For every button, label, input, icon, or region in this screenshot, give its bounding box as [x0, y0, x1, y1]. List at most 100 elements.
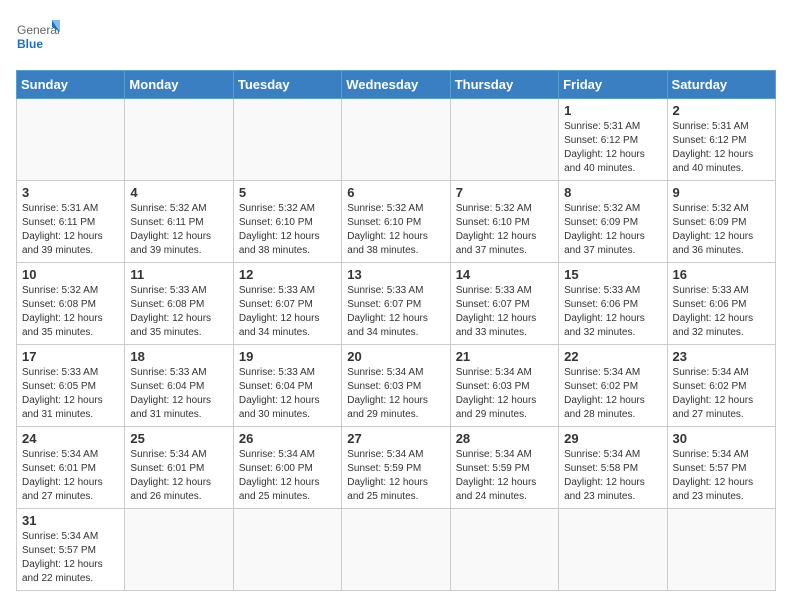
calendar-day-cell	[125, 99, 233, 181]
day-number: 22	[564, 349, 661, 364]
calendar-day-cell: 25 Sunrise: 5:34 AM Sunset: 6:01 PM Dayli…	[125, 427, 233, 509]
day-number: 11	[130, 267, 227, 282]
header-friday: Friday	[559, 71, 667, 99]
day-info: Sunrise: 5:34 AM Sunset: 6:01 PM Dayligh…	[130, 448, 227, 504]
day-number: 3	[22, 185, 119, 200]
day-number: 15	[564, 267, 661, 282]
calendar-week-row: 1 Sunrise: 5:31 AM Sunset: 6:12 PM Daylig…	[17, 99, 776, 181]
calendar-day-cell	[233, 509, 341, 591]
day-number: 8	[564, 185, 661, 200]
day-info: Sunrise: 5:34 AM Sunset: 6:00 PM Dayligh…	[239, 448, 336, 504]
calendar-week-row: 31Sunrise: 5:34 AM Sunset: 5:57 PM Dayli…	[17, 509, 776, 591]
calendar-day-cell	[233, 99, 341, 181]
day-number: 6	[347, 185, 444, 200]
day-info: Sunrise: 5:34 AM Sunset: 6:03 PM Dayligh…	[456, 366, 553, 422]
day-number: 2	[673, 103, 770, 118]
header-sunday: Sunday	[17, 71, 125, 99]
day-number: 30	[673, 431, 770, 446]
day-info: Sunrise: 5:34 AM Sunset: 5:57 PM Dayligh…	[673, 448, 770, 504]
calendar-week-row: 3 Sunrise: 5:31 AM Sunset: 6:11 PM Daylig…	[17, 181, 776, 263]
calendar-day-cell	[450, 99, 558, 181]
calendar-day-cell: 16 Sunrise: 5:33 AM Sunset: 6:06 PM Dayli…	[667, 263, 775, 345]
day-number: 28	[456, 431, 553, 446]
calendar-day-cell: 27Sunrise: 5:34 AM Sunset: 5:59 PM Dayli…	[342, 427, 450, 509]
day-info: Sunrise: 5:34 AM Sunset: 6:02 PM Dayligh…	[564, 366, 661, 422]
day-number: 17	[22, 349, 119, 364]
calendar-week-row: 17 Sunrise: 5:33 AM Sunset: 6:05 PM Dayli…	[17, 345, 776, 427]
day-info: Sunrise: 5:32 AM Sunset: 6:10 PM Dayligh…	[239, 202, 336, 258]
calendar-day-cell: 19 Sunrise: 5:33 AM Sunset: 6:04 PM Dayli…	[233, 345, 341, 427]
day-info: Sunrise: 5:32 AM Sunset: 6:09 PM Dayligh…	[673, 202, 770, 258]
calendar-day-cell: 12Sunrise: 5:33 AM Sunset: 6:07 PM Dayli…	[233, 263, 341, 345]
calendar-day-cell	[667, 509, 775, 591]
calendar-day-cell	[17, 99, 125, 181]
calendar-day-cell: 23Sunrise: 5:34 AM Sunset: 6:02 PM Dayli…	[667, 345, 775, 427]
day-info: Sunrise: 5:33 AM Sunset: 6:05 PM Dayligh…	[22, 366, 119, 422]
calendar-day-cell: 6 Sunrise: 5:32 AM Sunset: 6:10 PM Daylig…	[342, 181, 450, 263]
calendar-header-row: SundayMondayTuesdayWednesdayThursdayFrid…	[17, 71, 776, 99]
day-info: Sunrise: 5:31 AM Sunset: 6:12 PM Dayligh…	[564, 120, 661, 176]
calendar-day-cell	[450, 509, 558, 591]
calendar-day-cell	[342, 99, 450, 181]
calendar-day-cell: 30 Sunrise: 5:34 AM Sunset: 5:57 PM Dayli…	[667, 427, 775, 509]
day-info: Sunrise: 5:32 AM Sunset: 6:10 PM Dayligh…	[456, 202, 553, 258]
calendar-day-cell: 18 Sunrise: 5:33 AM Sunset: 6:04 PM Dayli…	[125, 345, 233, 427]
day-info: Sunrise: 5:33 AM Sunset: 6:06 PM Dayligh…	[564, 284, 661, 340]
day-info: Sunrise: 5:33 AM Sunset: 6:07 PM Dayligh…	[347, 284, 444, 340]
day-number: 19	[239, 349, 336, 364]
day-number: 18	[130, 349, 227, 364]
day-info: Sunrise: 5:32 AM Sunset: 6:11 PM Dayligh…	[130, 202, 227, 258]
calendar-day-cell	[559, 509, 667, 591]
day-number: 10	[22, 267, 119, 282]
day-info: Sunrise: 5:34 AM Sunset: 5:59 PM Dayligh…	[456, 448, 553, 504]
calendar-day-cell: 11Sunrise: 5:33 AM Sunset: 6:08 PM Dayli…	[125, 263, 233, 345]
day-info: Sunrise: 5:31 AM Sunset: 6:11 PM Dayligh…	[22, 202, 119, 258]
calendar-day-cell: 14Sunrise: 5:33 AM Sunset: 6:07 PM Dayli…	[450, 263, 558, 345]
day-number: 5	[239, 185, 336, 200]
day-number: 24	[22, 431, 119, 446]
calendar-day-cell: 22 Sunrise: 5:34 AM Sunset: 6:02 PM Dayli…	[559, 345, 667, 427]
day-info: Sunrise: 5:33 AM Sunset: 6:04 PM Dayligh…	[130, 366, 227, 422]
day-number: 25	[130, 431, 227, 446]
header-saturday: Saturday	[667, 71, 775, 99]
calendar-day-cell: 2 Sunrise: 5:31 AM Sunset: 6:12 PM Daylig…	[667, 99, 775, 181]
day-info: Sunrise: 5:34 AM Sunset: 5:58 PM Dayligh…	[564, 448, 661, 504]
day-info: Sunrise: 5:33 AM Sunset: 6:07 PM Dayligh…	[456, 284, 553, 340]
calendar-day-cell: 15 Sunrise: 5:33 AM Sunset: 6:06 PM Dayli…	[559, 263, 667, 345]
day-number: 29	[564, 431, 661, 446]
day-number: 23	[673, 349, 770, 364]
calendar-day-cell: 17 Sunrise: 5:33 AM Sunset: 6:05 PM Dayli…	[17, 345, 125, 427]
calendar-day-cell: 20 Sunrise: 5:34 AM Sunset: 6:03 PM Dayli…	[342, 345, 450, 427]
day-number: 13	[347, 267, 444, 282]
day-info: Sunrise: 5:33 AM Sunset: 6:06 PM Dayligh…	[673, 284, 770, 340]
day-info: Sunrise: 5:33 AM Sunset: 6:04 PM Dayligh…	[239, 366, 336, 422]
day-info: Sunrise: 5:32 AM Sunset: 6:10 PM Dayligh…	[347, 202, 444, 258]
header-thursday: Thursday	[450, 71, 558, 99]
day-number: 4	[130, 185, 227, 200]
day-number: 31	[22, 513, 119, 528]
svg-text:Blue: Blue	[17, 37, 43, 51]
day-number: 21	[456, 349, 553, 364]
day-number: 1	[564, 103, 661, 118]
header-wednesday: Wednesday	[342, 71, 450, 99]
day-info: Sunrise: 5:31 AM Sunset: 6:12 PM Dayligh…	[673, 120, 770, 176]
calendar-day-cell: 28 Sunrise: 5:34 AM Sunset: 5:59 PM Dayli…	[450, 427, 558, 509]
header-monday: Monday	[125, 71, 233, 99]
logo: General Blue	[16, 16, 60, 60]
day-number: 16	[673, 267, 770, 282]
day-number: 20	[347, 349, 444, 364]
calendar-week-row: 10Sunrise: 5:32 AM Sunset: 6:08 PM Dayli…	[17, 263, 776, 345]
logo-container: General Blue	[16, 16, 60, 60]
calendar-day-cell	[342, 509, 450, 591]
calendar-day-cell: 4 Sunrise: 5:32 AM Sunset: 6:11 PM Daylig…	[125, 181, 233, 263]
day-number: 7	[456, 185, 553, 200]
generalblue-icon: General Blue	[16, 16, 60, 60]
calendar-day-cell: 21 Sunrise: 5:34 AM Sunset: 6:03 PM Dayli…	[450, 345, 558, 427]
calendar-day-cell: 7 Sunrise: 5:32 AM Sunset: 6:10 PM Daylig…	[450, 181, 558, 263]
calendar-day-cell: 3 Sunrise: 5:31 AM Sunset: 6:11 PM Daylig…	[17, 181, 125, 263]
day-number: 9	[673, 185, 770, 200]
day-info: Sunrise: 5:34 AM Sunset: 6:03 PM Dayligh…	[347, 366, 444, 422]
calendar-day-cell: 29 Sunrise: 5:34 AM Sunset: 5:58 PM Dayli…	[559, 427, 667, 509]
header-tuesday: Tuesday	[233, 71, 341, 99]
day-number: 12	[239, 267, 336, 282]
